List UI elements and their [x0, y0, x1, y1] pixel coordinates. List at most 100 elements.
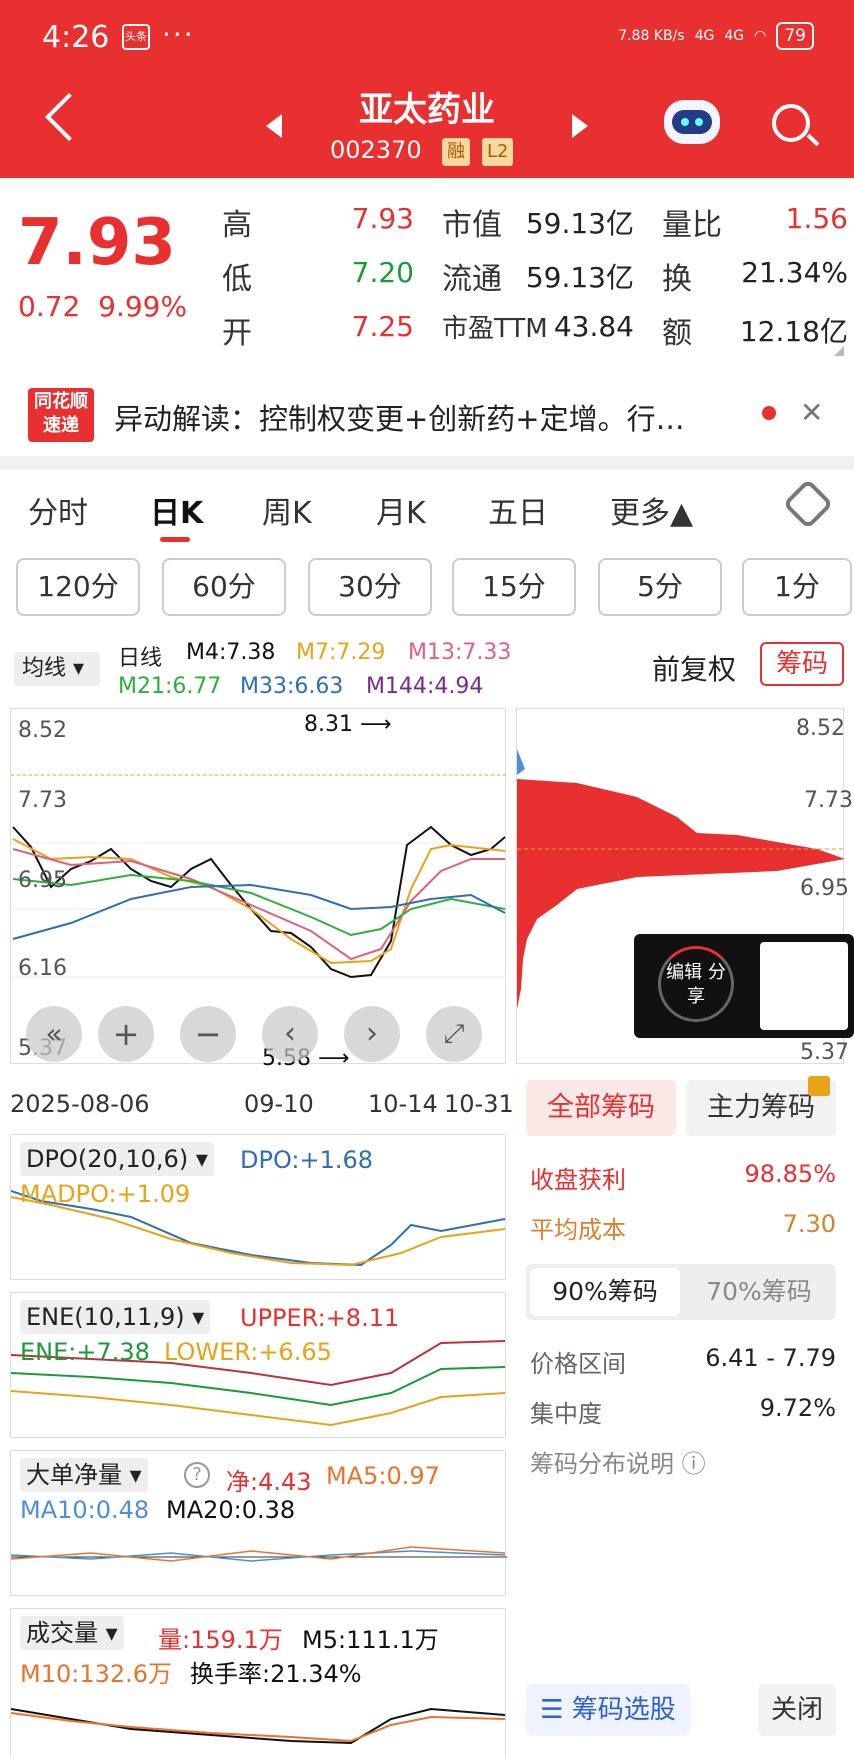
divider — [0, 456, 854, 470]
tab-weekly-k[interactable]: 周K — [262, 488, 312, 532]
chip-y-3: 6.95 — [800, 876, 849, 901]
tab-all-chips[interactable]: 全部筹码 — [526, 1080, 676, 1136]
ma-m7: M7:7.29 — [296, 640, 386, 665]
scroll-right-icon[interactable]: › — [344, 1006, 400, 1062]
price-range-label: 价格区间 — [530, 1350, 626, 1378]
vol-m5-line — [10, 1707, 506, 1745]
margin-tag: 融 — [442, 138, 470, 166]
screenshot-thumbnail[interactable] — [760, 942, 848, 1030]
status-indicators: 7.88 KB/s 4G 4G ◠ 79 — [618, 22, 814, 50]
period-15min[interactable]: 15分 — [452, 558, 576, 616]
adjust-mode[interactable]: 前复权 — [652, 648, 736, 688]
period-30min[interactable]: 30分 — [308, 558, 432, 616]
tonghuashun-flash-logo: 同花顺 速递 — [28, 388, 94, 442]
ma-m21: M21:6.77 — [118, 674, 222, 699]
seg-90[interactable]: 90%筹码 — [530, 1268, 680, 1316]
high-label: 高 — [222, 208, 252, 243]
ma21-line — [12, 873, 506, 937]
y-label-top: 8.52 — [18, 718, 67, 743]
news-text[interactable]: 异动解读：控制权变更+创新药+定增。行… — [114, 396, 685, 438]
mktcap-label: 市值 — [442, 208, 502, 243]
low-value: 7.20 — [351, 256, 414, 289]
volume-selector[interactable]: 成交量 ▾ — [20, 1616, 124, 1650]
help-icon[interactable]: ? — [184, 1462, 210, 1488]
date-end: 10-31 — [444, 1090, 514, 1118]
profit-value: 98.85% — [744, 1160, 836, 1188]
turnover-value: 21.34% — [741, 256, 848, 289]
price-change: 0.72 9.99% — [18, 290, 188, 323]
fullscreen-icon[interactable]: ⤢ — [426, 1006, 482, 1062]
share-popup[interactable]: 编辑 分享 — [634, 934, 854, 1038]
chip-percent-toggle[interactable]: 90%筹码 70%筹码 — [526, 1264, 836, 1320]
stock-header: 4:26 头条 ··· 7.88 KB/s 4G 4G ◠ 79 亚太药业 00… — [0, 0, 854, 178]
lower-line — [10, 1390, 506, 1427]
lock-icon — [808, 1076, 830, 1096]
stock-detail-screen: { "status_bar": { "time": "4:26", "app_i… — [0, 0, 854, 1757]
pe-label: 市盈TTM — [442, 314, 548, 344]
tab-intraday[interactable]: 分时 — [28, 488, 88, 532]
scroll-left-icon[interactable]: ‹ — [262, 1006, 318, 1062]
edit-share-button[interactable]: 编辑 分享 — [658, 946, 734, 1022]
chip-y-bottom: 5.37 — [800, 1040, 849, 1065]
ai-assistant-icon[interactable] — [664, 100, 720, 144]
madpo-value: MADPO:+1.09 — [20, 1180, 191, 1208]
ma-m13: M13:7.33 — [408, 640, 512, 665]
amount-value: 12.18亿 — [739, 315, 848, 348]
tab-more[interactable]: 更多▲ — [610, 488, 693, 532]
ma-m4: M4:7.38 — [186, 640, 276, 665]
float-value: 59.13亿 — [525, 261, 634, 294]
rewind-icon[interactable]: « — [26, 1006, 82, 1062]
low-label: 低 — [222, 262, 252, 297]
ma-selector[interactable]: 均线 ▾ — [14, 652, 100, 686]
ma10-line — [10, 1550, 506, 1562]
vol-ratio-label: 量比 — [662, 208, 722, 243]
chip-help-link[interactable]: 筹码分布说明 ⓘ — [530, 1444, 706, 1479]
chart-settings-icon[interactable] — [782, 478, 834, 530]
expand-corner-icon[interactable] — [834, 346, 844, 356]
ene-value: ENE:+7.38 — [20, 1338, 150, 1366]
close-icon[interactable]: ✕ — [800, 396, 823, 429]
ma-kind: 日线 — [118, 646, 163, 671]
search-icon[interactable] — [772, 104, 810, 142]
active-tab-indicator — [160, 537, 190, 542]
avg-cost-label: 平均成本 — [530, 1216, 626, 1244]
big-net-value: 净:4.43 — [226, 1468, 312, 1496]
y-label-2: 7.73 — [18, 788, 67, 813]
chips-toggle-button[interactable]: 筹码 — [760, 642, 844, 686]
big-order-selector[interactable]: 大单净量 ▾ — [20, 1458, 148, 1492]
zoom-in-icon[interactable]: + — [98, 1006, 154, 1062]
zoom-out-icon[interactable]: − — [180, 1006, 236, 1062]
vol-ratio-value: 1.56 — [785, 202, 848, 235]
ma33-line — [12, 883, 506, 940]
amount-label: 额 — [662, 316, 692, 351]
chip-upper — [517, 749, 525, 775]
big-ma10-value: MA10:0.48 — [20, 1496, 150, 1524]
volume-value: 量:159.1万 — [158, 1626, 283, 1654]
concentration-value: 9.72% — [759, 1394, 836, 1422]
pe-value: 43.84 — [553, 310, 634, 343]
close-button[interactable]: 关闭 — [758, 1684, 836, 1736]
seg-70[interactable]: 70%筹码 — [686, 1268, 832, 1316]
profit-label: 收盘获利 — [530, 1166, 626, 1194]
kline-panel[interactable] — [10, 708, 507, 1064]
next-stock-icon[interactable] — [572, 114, 588, 138]
chip-stock-select-button[interactable]: ☰ 筹码选股 — [526, 1684, 690, 1736]
concentration-label: 集中度 — [530, 1400, 602, 1428]
big-ma5-value: MA5:0.97 — [326, 1462, 440, 1490]
upper-value: UPPER:+8.11 — [240, 1304, 400, 1332]
tab-monthly-k[interactable]: 月K — [376, 488, 426, 532]
wifi-icon: ◠ — [754, 28, 767, 44]
period-1min[interactable]: 1分 — [742, 558, 852, 616]
ene-selector[interactable]: ENE(10,11,9) ▾ — [20, 1300, 211, 1334]
period-5min[interactable]: 5分 — [598, 558, 722, 616]
period-120min[interactable]: 120分 — [16, 558, 140, 616]
period-60min[interactable]: 60分 — [162, 558, 286, 616]
chip-y-2: 7.73 — [804, 788, 853, 813]
avg-cost-value: 7.30 — [782, 1210, 836, 1238]
date-2: 09-10 — [244, 1090, 314, 1118]
dpo-selector[interactable]: DPO(20,10,6) ▾ — [20, 1142, 214, 1176]
net-speed: 7.88 KB/s — [618, 28, 685, 44]
tab-five-day[interactable]: 五日 — [488, 488, 548, 532]
tab-daily-k[interactable]: 日K — [150, 488, 203, 532]
ma7-line — [12, 838, 506, 965]
